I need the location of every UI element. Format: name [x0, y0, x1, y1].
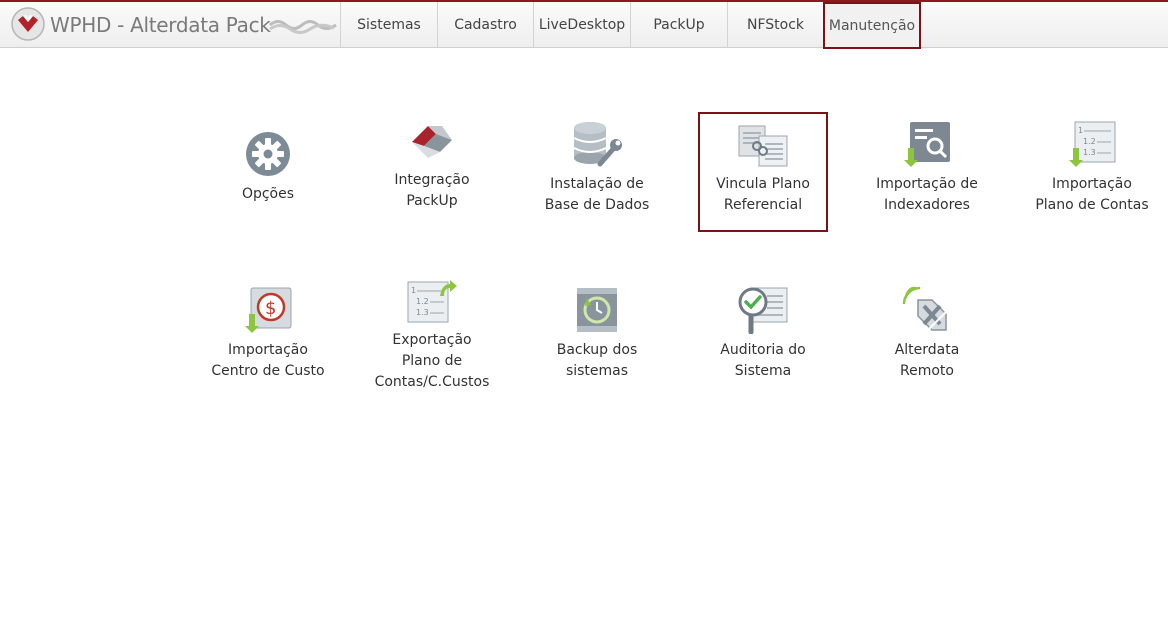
- tile-vincula-plano-referencial[interactable]: Vincula Plano Referencial: [698, 112, 828, 232]
- tile-instalacao-base-dados[interactable]: Instalação de Base de Dados: [532, 120, 662, 216]
- alterdata-logo-icon: [11, 7, 45, 41]
- tile-label: Importação de Indexadores: [876, 176, 978, 213]
- brand: WPHD - Alterdata Pack: [0, 2, 340, 48]
- tile-backup-sistemas[interactable]: Backup dos sistemas: [532, 286, 662, 382]
- tile-opcoes[interactable]: Opções: [203, 130, 333, 205]
- gear-icon: [246, 132, 290, 176]
- tab-manutencao[interactable]: Manutenção: [823, 2, 921, 49]
- tile-label: Importação Plano de Contas: [1035, 176, 1149, 213]
- remote-signal-icon: [902, 286, 947, 331]
- tab-sistemas[interactable]: Sistemas: [340, 2, 437, 48]
- tile-auditoria-sistema[interactable]: Auditoria do Sistema: [698, 286, 828, 382]
- tile-label: Instalação de Base de Dados: [544, 176, 650, 213]
- linked-documents-icon: [738, 125, 788, 167]
- tile-integracao-packup[interactable]: Integração PackUp: [367, 120, 497, 212]
- tile-importacao-plano-contas[interactable]: 1 1.2 1.3 Importação Plano de Contas: [1027, 120, 1157, 216]
- redacted-scribble: [269, 20, 337, 34]
- tile-exportacao-plano-contas[interactable]: 1 1.2 1.3 Exportação Plano de Contas/C.C…: [367, 276, 497, 393]
- top-menu-bar: WPHD - Alterdata Pack Sistemas Cadastro …: [0, 0, 1168, 49]
- tile-alterdata-remoto[interactable]: Alterdata Remoto: [862, 286, 992, 382]
- tile-label: Alterdata Remoto: [894, 342, 960, 379]
- svg-text:1: 1: [1078, 126, 1083, 135]
- tab-nfstock[interactable]: NFStock: [727, 2, 823, 48]
- svg-text:1.2: 1.2: [1083, 137, 1096, 146]
- audit-check-icon: [738, 287, 788, 334]
- svg-text:1.3: 1.3: [1083, 148, 1096, 157]
- tile-label: Importação Centro de Custo: [211, 342, 325, 379]
- backup-clock-icon: [577, 288, 617, 332]
- tile-label: Integração PackUp: [394, 172, 470, 209]
- tile-importacao-centro-custo[interactable]: $ Importação Centro de Custo: [203, 286, 333, 382]
- tile-label: Auditoria do Sistema: [720, 342, 806, 379]
- app-title: WPHD - Alterdata Pack: [50, 13, 271, 37]
- tab-packup[interactable]: PackUp: [630, 2, 727, 48]
- packup-logo-icon: [412, 126, 452, 158]
- svg-text:1: 1: [411, 286, 416, 295]
- export-list-icon: 1 1.2 1.3: [407, 280, 457, 323]
- tile-label: Backup dos sistemas: [556, 342, 638, 379]
- tab-livedesktop[interactable]: LiveDesktop: [533, 2, 630, 48]
- tile-importacao-indexadores[interactable]: Importação de Indexadores: [862, 120, 992, 216]
- svg-text:1.2: 1.2: [416, 297, 429, 306]
- import-list-icon: 1 1.2 1.3: [1069, 121, 1116, 167]
- import-search-icon: [904, 122, 950, 167]
- svg-text:$: $: [265, 298, 276, 319]
- tile-label: Exportação Plano de Contas/C.Custos: [374, 332, 490, 390]
- svg-text:1.3: 1.3: [416, 308, 429, 317]
- tile-label: Vincula Plano Referencial: [716, 176, 810, 213]
- import-money-icon: $: [245, 287, 292, 333]
- tab-cadastro[interactable]: Cadastro: [437, 2, 533, 48]
- tile-label: Opções: [241, 186, 295, 202]
- database-wrench-icon: [573, 122, 622, 167]
